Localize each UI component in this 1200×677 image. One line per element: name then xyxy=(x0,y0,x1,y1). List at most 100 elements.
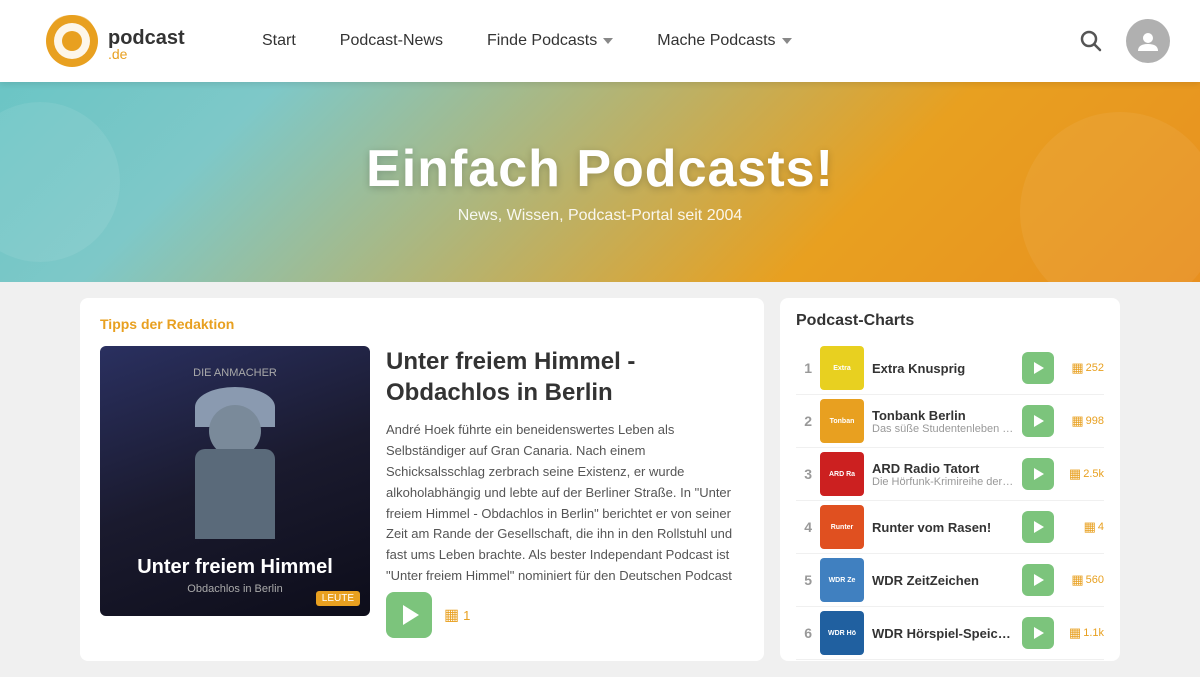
rss-count: 1.1k xyxy=(1083,627,1104,639)
chart-podcast-sub: Die Hörfunk-Krimireihe der ... xyxy=(872,476,1014,488)
chart-rank: 3 xyxy=(796,466,812,482)
chart-thumbnail: Runter xyxy=(820,505,864,549)
chart-item: 7 Fest & Fest & Flauschig ▦ 41 xyxy=(796,660,1104,661)
svg-text:.de: .de xyxy=(108,46,128,62)
podcast-cover: DIE ANMACHER Unter freiem Himmel Obdachl… xyxy=(100,346,370,616)
rss-icon: ▦ xyxy=(1069,466,1081,482)
chart-thumbnail: Tonban xyxy=(820,399,864,443)
mache-podcasts-chevron-icon xyxy=(782,38,792,44)
chart-item: 4 Runter Runter vom Rasen! ▦ 4 xyxy=(796,501,1104,554)
rss-count: 252 xyxy=(1086,362,1104,374)
nav-mache-podcasts[interactable]: Mache Podcasts xyxy=(635,0,813,82)
chart-play-icon xyxy=(1034,468,1044,480)
search-button[interactable] xyxy=(1072,22,1110,60)
chart-rank: 6 xyxy=(796,625,812,641)
chart-podcast-name: WDR ZeitZeichen xyxy=(872,573,1014,588)
rss-info: ▦ 1 xyxy=(444,605,470,625)
chart-info: Runter vom Rasen! xyxy=(872,520,1014,535)
chart-info: WDR ZeitZeichen xyxy=(872,573,1014,588)
cover-main-text: Unter freiem Himmel xyxy=(137,555,333,579)
user-avatar[interactable] xyxy=(1126,19,1170,63)
chart-thumbnail: ARD Ra xyxy=(820,452,864,496)
chart-play-button[interactable] xyxy=(1022,405,1054,437)
chart-rank: 4 xyxy=(796,519,812,535)
chart-podcast-name: WDR Hörspiel-Speicher xyxy=(872,626,1014,641)
header-right xyxy=(1072,19,1170,63)
chart-play-icon xyxy=(1034,521,1044,533)
main-nav: Start Podcast-News Finde Podcasts Mache … xyxy=(240,0,1072,82)
chart-item: 3 ARD Ra ARD Radio Tatort Die Hörfunk-Kr… xyxy=(796,448,1104,501)
podcast-info: Unter freiem Himmel - Obdachlos in Berli… xyxy=(386,346,744,643)
chart-rank: 1 xyxy=(796,360,812,376)
chart-rss: ▦ 560 xyxy=(1062,572,1104,588)
podcast-title: Unter freiem Himmel - Obdachlos in Berli… xyxy=(386,346,744,408)
cover-inner: DIE ANMACHER Unter freiem Himmel Obdachl… xyxy=(100,346,370,616)
rss-count: 2.5k xyxy=(1083,468,1104,480)
chart-play-button[interactable] xyxy=(1022,564,1054,596)
chart-thumbnail: WDR Hö xyxy=(820,611,864,655)
chart-play-icon xyxy=(1034,415,1044,427)
rss-count: 4 xyxy=(1098,521,1104,533)
rss-icon: ▦ xyxy=(444,605,459,625)
chart-list: 1 Extra Extra Knusprig ▦ 252 2 Tonba xyxy=(796,342,1104,661)
main-content: Tipps der Redaktion DIE ANMACHER Unter f… xyxy=(0,282,1200,677)
rss-count: 1 xyxy=(463,608,470,623)
rss-count: 998 xyxy=(1086,415,1104,427)
rss-icon: ▦ xyxy=(1069,625,1081,641)
logo[interactable]: podcast .de xyxy=(30,9,200,74)
chart-thumbnail: WDR Ze xyxy=(820,558,864,602)
header: podcast .de Start Podcast-News Finde Pod… xyxy=(0,0,1200,82)
chart-rss: ▦ 2.5k xyxy=(1062,466,1104,482)
chart-item: 1 Extra Extra Knusprig ▦ 252 xyxy=(796,342,1104,395)
left-panel: Tipps der Redaktion DIE ANMACHER Unter f… xyxy=(80,298,764,661)
finde-podcasts-chevron-icon xyxy=(603,38,613,44)
podcast-description: André Hoek führte ein beneidenswertes Le… xyxy=(386,420,744,580)
chart-info: ARD Radio Tatort Die Hörfunk-Krimireihe … xyxy=(872,461,1014,488)
hero-section: Einfach Podcasts! News, Wissen, Podcast-… xyxy=(0,82,1200,282)
chart-podcast-name: ARD Radio Tatort xyxy=(872,461,1014,476)
chart-info: WDR Hörspiel-Speicher xyxy=(872,626,1014,641)
chart-rank: 5 xyxy=(796,572,812,588)
chart-play-button[interactable] xyxy=(1022,458,1054,490)
right-panel: Podcast-Charts 1 Extra Extra Knusprig ▦ … xyxy=(780,298,1120,661)
nav-start[interactable]: Start xyxy=(240,0,318,82)
chart-item: 2 Tonban Tonbank Berlin Das süße Student… xyxy=(796,395,1104,448)
cover-sub-text: Obdachlos in Berlin xyxy=(187,583,282,595)
chart-item: 6 WDR Hö WDR Hörspiel-Speicher ▦ 1.1k xyxy=(796,607,1104,660)
chart-podcast-name: Tonbank Berlin xyxy=(872,408,1014,423)
podcast-content: DIE ANMACHER Unter freiem Himmel Obdachl… xyxy=(100,346,744,643)
chart-rss: ▦ 998 xyxy=(1062,413,1104,429)
chart-rss: ▦ 1.1k xyxy=(1062,625,1104,641)
play-icon xyxy=(403,605,419,625)
chart-info: Tonbank Berlin Das süße Studentenleben l… xyxy=(872,408,1014,435)
hero-title: Einfach Podcasts! xyxy=(366,139,834,199)
chart-item: 5 WDR Ze WDR ZeitZeichen ▦ 560 xyxy=(796,554,1104,607)
rss-icon: ▦ xyxy=(1071,360,1083,376)
nav-podcast-news[interactable]: Podcast-News xyxy=(318,0,465,82)
cover-top-text: DIE ANMACHER xyxy=(193,367,277,379)
rss-count: 560 xyxy=(1086,574,1104,586)
play-button[interactable] xyxy=(386,592,432,638)
hero-subtitle: News, Wissen, Podcast-Portal seit 2004 xyxy=(458,207,743,225)
chart-rss: ▦ 4 xyxy=(1062,519,1104,535)
rss-icon: ▦ xyxy=(1071,572,1083,588)
chart-play-icon xyxy=(1034,627,1044,639)
rss-icon: ▦ xyxy=(1084,519,1096,535)
chart-play-icon xyxy=(1034,362,1044,374)
chart-rss: ▦ 252 xyxy=(1062,360,1104,376)
chart-info: Extra Knusprig xyxy=(872,361,1014,376)
chart-play-button[interactable] xyxy=(1022,352,1054,384)
chart-podcast-name: Extra Knusprig xyxy=(872,361,1014,376)
chart-podcast-name: Runter vom Rasen! xyxy=(872,520,1014,535)
rss-icon: ▦ xyxy=(1071,413,1083,429)
podcast-actions: ▦ 1 xyxy=(386,592,744,638)
chart-play-button[interactable] xyxy=(1022,511,1054,543)
nav-finde-podcasts[interactable]: Finde Podcasts xyxy=(465,0,635,82)
chart-thumbnail: Extra xyxy=(820,346,864,390)
chart-play-button[interactable] xyxy=(1022,617,1054,649)
chart-rank: 2 xyxy=(796,413,812,429)
panel-title: Tipps der Redaktion xyxy=(100,316,744,332)
chart-play-icon xyxy=(1034,574,1044,586)
cover-badge: LEUTE xyxy=(316,591,360,606)
chart-title: Podcast-Charts xyxy=(796,312,1104,330)
